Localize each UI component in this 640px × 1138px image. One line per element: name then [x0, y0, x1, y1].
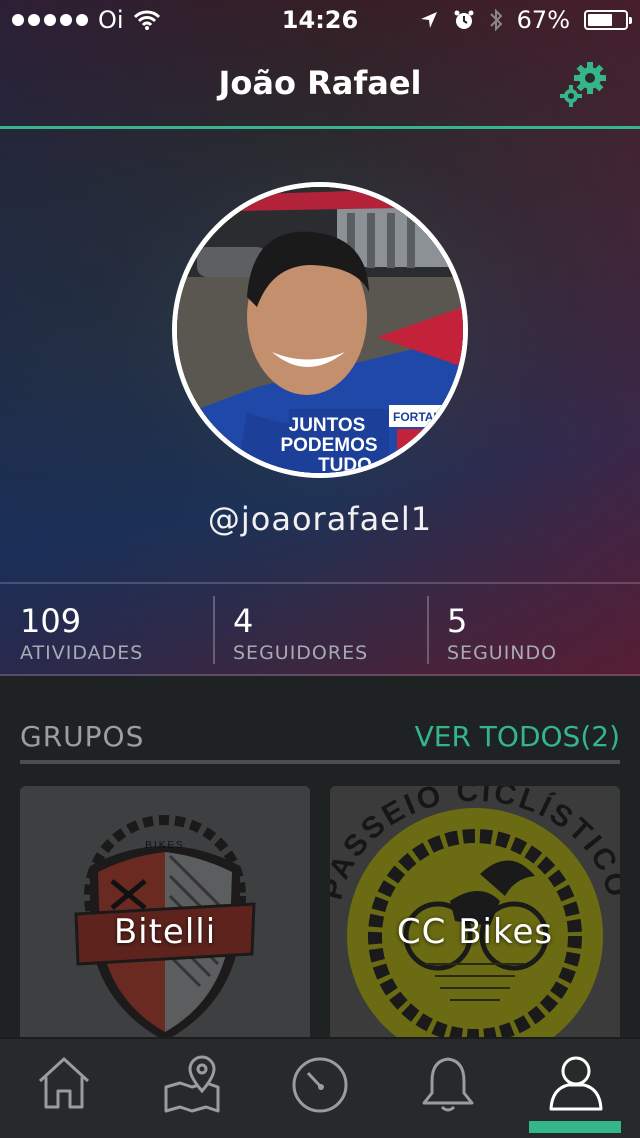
alarm-icon — [454, 10, 474, 29]
avatar-photo: JUNTOS PODEMOS TUDO FORTALEZ — [177, 187, 463, 473]
groups-title: GRUPOS — [20, 720, 145, 753]
username: @joaorafael1 — [207, 500, 433, 538]
see-all-groups-link[interactable]: VER TODOS(2) — [415, 720, 620, 753]
active-tab-indicator — [529, 1121, 621, 1133]
stat-followers[interactable]: 4 SEGUIDORES — [213, 584, 426, 676]
avatar-caption-2: PODEMOS — [280, 435, 377, 456]
bell-icon — [422, 1057, 474, 1112]
stats-bar: 109 ATIVIDADES 4 SEGUIDORES 5 SEGUINDO — [0, 582, 640, 676]
stat-followers-label: SEGUIDORES — [233, 642, 369, 664]
map-pin-icon — [164, 1055, 220, 1113]
stat-activities[interactable]: 109 ATIVIDADES — [0, 584, 213, 676]
stat-followers-value: 4 — [233, 602, 254, 640]
header-divider — [0, 126, 640, 129]
group-name: Bitelli — [113, 912, 217, 952]
settings-button[interactable] — [558, 58, 614, 110]
bitelli-logo-text: BIKES — [145, 840, 184, 851]
battery-percent: 67% — [516, 6, 570, 34]
avatar-caption-3: TUDO — [318, 455, 372, 473]
status-right: 67% — [419, 6, 632, 34]
stat-following[interactable]: 5 SEGUINDO — [427, 584, 640, 676]
gears-icon — [560, 62, 606, 107]
timer-icon — [292, 1057, 348, 1113]
home-icon — [38, 1057, 90, 1109]
battery-icon — [584, 10, 632, 30]
group-name: CC Bikes — [396, 912, 554, 952]
location-arrow-icon — [420, 12, 437, 28]
avatar[interactable]: JUNTOS PODEMOS TUDO FORTALEZ — [172, 182, 468, 478]
stat-activities-value: 109 — [20, 602, 82, 640]
stat-activities-label: ATIVIDADES — [20, 642, 144, 664]
tab-home[interactable] — [0, 1039, 128, 1138]
groups-header: GRUPOS VER TODOS(2) — [20, 720, 620, 764]
stat-following-value: 5 — [447, 602, 468, 640]
status-bar: Oi 14:26 67% — [0, 0, 640, 40]
navigation-bar: João Rafael — [0, 40, 640, 128]
group-card-bitelli[interactable]: BIKES Bitelli — [20, 786, 310, 1046]
page-title: João Rafael — [218, 64, 422, 102]
avatar-caption-1: JUNTOS — [289, 415, 366, 436]
tab-timer[interactable] — [256, 1039, 384, 1138]
user-icon — [549, 1056, 603, 1111]
stat-following-label: SEGUINDO — [447, 642, 558, 664]
tab-map[interactable] — [128, 1039, 256, 1138]
bluetooth-icon — [489, 8, 503, 32]
tab-notifications[interactable] — [384, 1039, 512, 1138]
group-card-cc-bikes[interactable]: PASSEIO CICLÍSTICO CC Bikes — [330, 786, 620, 1046]
